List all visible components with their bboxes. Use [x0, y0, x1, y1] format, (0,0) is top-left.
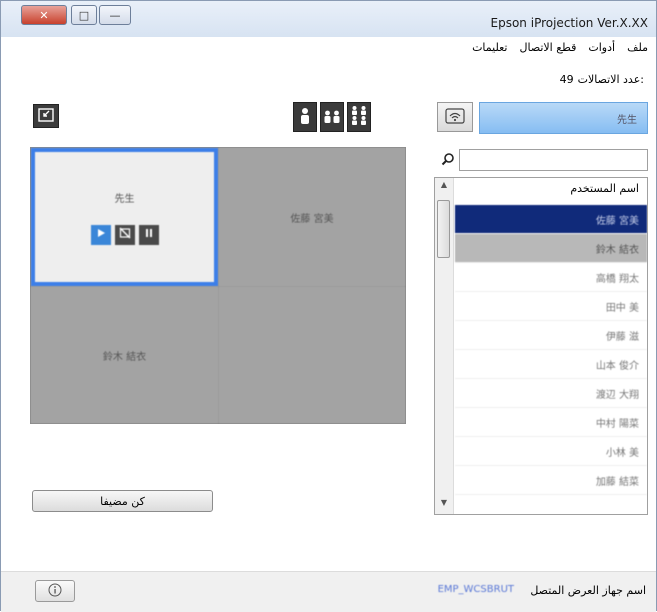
user-list-rows: 佐藤 宮美 鈴木 結衣 高橋 翔太 田中 美 伊藤 滋 山本 俊介 渡辺 大翔 …: [455, 205, 647, 495]
projector-status-button[interactable]: [437, 102, 473, 132]
status-bar: EMP_WCSBRUT اسم جهاز العرض المتصل: [1, 571, 656, 612]
list-item-name: 渡辺 大翔: [595, 389, 639, 401]
cell-user-name: 鈴木 結衣: [102, 351, 147, 363]
scroll-down-icon[interactable]: ▼: [435, 498, 453, 512]
play-icon: [96, 228, 106, 241]
minimize-button[interactable]: —: [99, 5, 131, 25]
projection-grid: 先生 佐藤 宮美 鈴木 結衣: [30, 147, 406, 424]
list-item-name: 佐藤 宮美: [595, 215, 639, 227]
layout-single-button[interactable]: [293, 102, 317, 132]
list-item-name: 小林 美: [605, 447, 639, 459]
layout-selector: [293, 102, 371, 132]
projection-cell-empty[interactable]: [219, 287, 405, 423]
menu-bar: ملف أدوات قطع الاتصال تعليمات: [472, 41, 648, 54]
list-item[interactable]: 加藤 結菜: [455, 466, 647, 495]
projection-cell[interactable]: 佐藤 宮美: [219, 148, 405, 286]
connection-count-value: 49: [559, 73, 574, 86]
list-item[interactable]: 中村 陽菜: [455, 408, 647, 437]
exit-fullscreen-icon: [38, 107, 54, 125]
pause-icon: [144, 228, 154, 241]
menu-help[interactable]: تعليمات: [472, 41, 507, 54]
list-item[interactable]: 田中 美: [455, 292, 647, 321]
play-button[interactable]: [90, 224, 111, 245]
connection-count: عدد الاتصالات: 49: [560, 73, 644, 86]
search-input[interactable]: [459, 149, 648, 171]
layout-four-button[interactable]: [347, 102, 371, 132]
scroll-thumb[interactable]: [437, 200, 450, 258]
cell-user-name: 佐藤 宮美: [290, 213, 334, 225]
user-list: ▲ ▼ اسم المستخدم 佐藤 宮美 鈴木 結衣 高橋 翔太 田中 美 …: [434, 177, 648, 515]
projection-cell[interactable]: 鈴木 結衣: [31, 287, 218, 423]
list-item-name: 田中 美: [605, 302, 639, 314]
menu-disconnect[interactable]: قطع الاتصال: [519, 41, 576, 54]
cell-controls: [90, 224, 159, 245]
wireless-projector-icon: [445, 107, 465, 127]
title-bar: ✕ □ — Epson iProjection Ver.X.XX: [1, 1, 656, 37]
pause-button[interactable]: [138, 224, 159, 245]
list-item[interactable]: 高橋 翔太: [455, 263, 647, 292]
search-button[interactable]: [437, 149, 459, 171]
maximize-button[interactable]: □: [71, 5, 97, 25]
list-item[interactable]: 佐藤 宮美: [455, 205, 647, 234]
list-item[interactable]: 鈴木 結衣: [455, 234, 647, 263]
list-item-name: 鈴木 結衣: [595, 244, 639, 256]
window-title: Epson iProjection Ver.X.XX: [490, 16, 648, 30]
info-icon: [48, 583, 62, 600]
projection-cell-active[interactable]: 先生: [31, 148, 218, 286]
scroll-up-icon[interactable]: ▲: [435, 180, 453, 194]
list-item[interactable]: 山本 俊介: [455, 350, 647, 379]
list-item-name: 伊藤 滋: [605, 331, 639, 343]
self-user-name: 先生: [479, 102, 648, 134]
cell-user-name: 先生: [114, 193, 135, 205]
info-button[interactable]: [35, 580, 75, 602]
menu-tools[interactable]: أدوات: [588, 41, 615, 54]
list-item[interactable]: 小林 美: [455, 437, 647, 466]
user-list-header: اسم المستخدم: [570, 182, 639, 195]
connected-projector-label: اسم جهاز العرض المتصل: [530, 584, 646, 597]
become-presenter-button[interactable]: كن مضيفا: [32, 490, 213, 512]
list-item-name: 加藤 結菜: [595, 476, 639, 488]
user-list-scrollbar[interactable]: ▲ ▼: [435, 178, 454, 514]
stop-projection-icon: [119, 227, 131, 242]
list-item[interactable]: 伊藤 滋: [455, 321, 647, 350]
stop-projection-button[interactable]: [114, 224, 135, 245]
single-user-icon: [299, 107, 311, 128]
close-button[interactable]: ✕: [21, 5, 67, 25]
app-window: ✕ □ — Epson iProjection Ver.X.XX ملف أدو…: [0, 0, 657, 612]
layout-two-button[interactable]: [320, 102, 344, 132]
connected-projector-name: EMP_WCSBRUT: [437, 584, 514, 595]
list-item-name: 中村 陽菜: [595, 418, 639, 430]
search-icon: [441, 152, 455, 169]
menu-file[interactable]: ملف: [627, 41, 648, 54]
list-item[interactable]: 渡辺 大翔: [455, 379, 647, 408]
two-users-icon: [323, 107, 341, 128]
list-item-name: 高橋 翔太: [595, 273, 639, 285]
list-item-name: 山本 俊介: [595, 360, 639, 372]
four-users-icon: [350, 105, 368, 130]
exit-fullscreen-button[interactable]: [33, 104, 59, 128]
connection-count-label: عدد الاتصالات:: [577, 73, 644, 86]
